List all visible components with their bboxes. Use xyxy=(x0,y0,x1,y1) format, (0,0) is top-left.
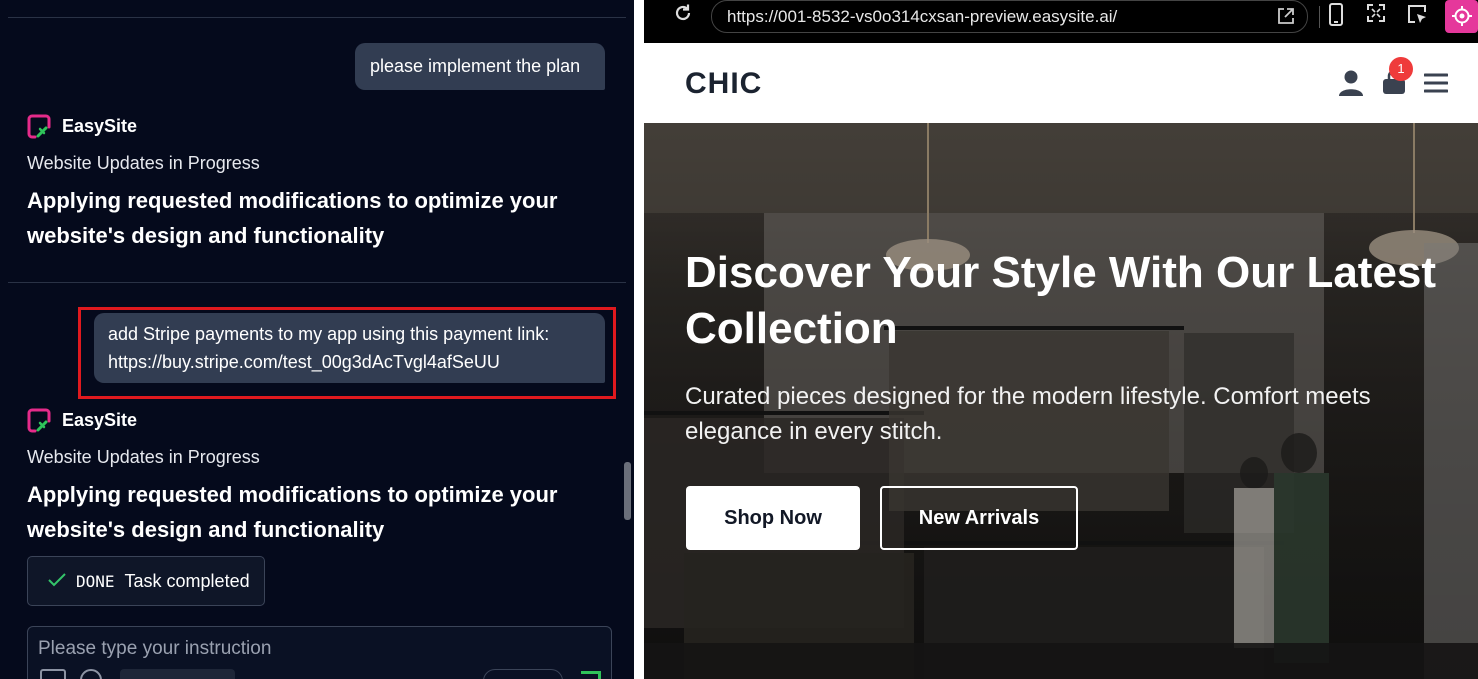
easysite-logo-icon xyxy=(27,408,52,433)
assistant-brand: EasySite xyxy=(27,408,137,433)
mode-toggle[interactable] xyxy=(483,669,563,679)
send-icon[interactable] xyxy=(581,671,601,679)
instruction-input-box xyxy=(27,626,612,679)
status-subtitle: Website Updates in Progress xyxy=(27,447,260,467)
brand-name: EasySite xyxy=(62,116,138,136)
menu-icon[interactable] xyxy=(1423,73,1449,98)
target-icon[interactable] xyxy=(1445,0,1478,33)
hero-section: Discover Your Style With Our Latest Coll… xyxy=(644,123,1478,679)
fullscreen-icon[interactable] xyxy=(1363,3,1389,29)
instruction-input[interactable] xyxy=(38,635,598,663)
site-header: CHIC 1 xyxy=(644,43,1478,123)
toolbar-separator xyxy=(1319,6,1320,28)
site-logo[interactable]: CHIC xyxy=(685,67,762,101)
done-label: Task completed xyxy=(124,570,250,591)
task-done-badge: DONE Task completed xyxy=(27,556,265,606)
new-arrivals-button[interactable]: New Arrivals xyxy=(880,486,1078,550)
emoji-icon[interactable] xyxy=(80,669,102,679)
panel-splitter[interactable] xyxy=(634,0,644,679)
model-selector[interactable] xyxy=(120,669,235,679)
chat-panel: please implement the plan EasySite Websi… xyxy=(0,0,634,679)
divider xyxy=(8,17,626,18)
status-title: Applying requested modifications to opti… xyxy=(27,188,558,248)
easysite-logo-icon xyxy=(27,114,52,139)
user-message: please implement the plan xyxy=(355,43,605,90)
inspect-icon[interactable] xyxy=(1404,3,1430,29)
open-external-icon[interactable] xyxy=(1277,7,1295,30)
mobile-view-icon[interactable] xyxy=(1323,3,1349,29)
chat-scroll-area: please implement the plan EasySite Websi… xyxy=(8,0,626,679)
status-title: Applying requested modifications to opti… xyxy=(27,482,558,542)
done-tag: DONE xyxy=(76,571,115,591)
image-attach-icon[interactable] xyxy=(40,669,66,679)
reload-icon[interactable] xyxy=(670,3,696,29)
brand-name: EasySite xyxy=(62,410,138,430)
chat-scrollbar[interactable] xyxy=(624,462,631,520)
preview-toolbar: https://001-8532-vs0o314cxsan-preview.ea… xyxy=(644,0,1478,43)
site-preview: https://001-8532-vs0o314cxsan-preview.ea… xyxy=(644,0,1478,679)
user-icon[interactable] xyxy=(1338,69,1364,102)
hero-title: Discover Your Style With Our Latest Coll… xyxy=(685,248,1437,353)
user-message-text: please implement the plan xyxy=(370,56,581,76)
cart-count-badge: 1 xyxy=(1389,57,1413,81)
check-icon xyxy=(48,571,66,592)
shop-now-button[interactable]: Shop Now xyxy=(686,486,860,550)
divider xyxy=(8,282,626,283)
url-bar[interactable]: https://001-8532-vs0o314cxsan-preview.ea… xyxy=(711,0,1308,33)
assistant-brand: EasySite xyxy=(27,114,137,139)
hero-subtitle: Curated pieces designed for the modern l… xyxy=(685,383,1371,445)
url-text: https://001-8532-vs0o314cxsan-preview.ea… xyxy=(727,7,1118,26)
status-subtitle: Website Updates in Progress xyxy=(27,153,260,173)
highlight-box xyxy=(78,307,616,399)
